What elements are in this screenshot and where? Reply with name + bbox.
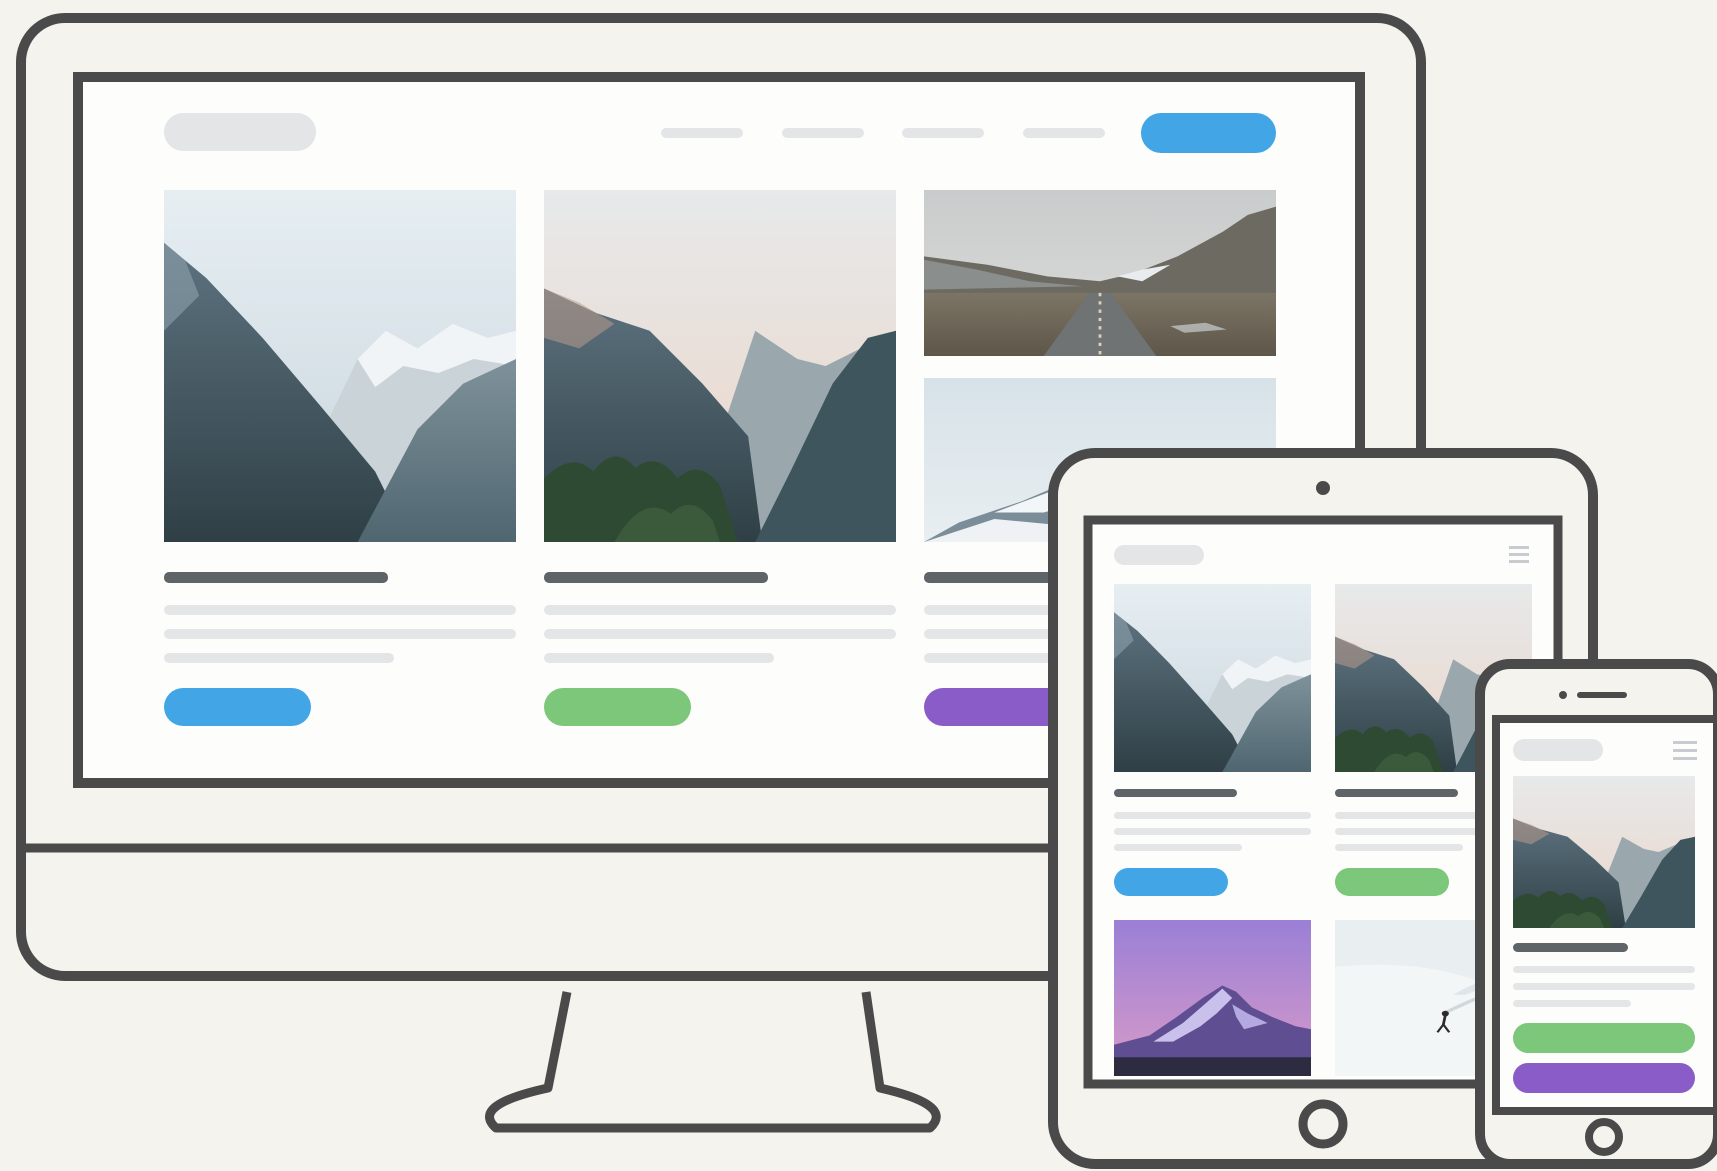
desktop-card-2-image [544, 190, 896, 542]
tablet-menu-icon[interactable] [1509, 546, 1529, 563]
phone-camera [1559, 691, 1567, 699]
tablet-card-2-title [1335, 789, 1458, 797]
phone-card-text-line [1513, 983, 1695, 990]
tablet-logo-placeholder [1114, 545, 1204, 565]
desktop-card-1-text-line [164, 653, 394, 663]
phone-card-text-line [1513, 1000, 1631, 1007]
desktop-card-3-image [924, 190, 1276, 356]
desktop-cta-button [1141, 113, 1276, 153]
desktop-card-1-image [164, 190, 516, 542]
desktop-card-2-button [544, 688, 691, 726]
desktop-card-2-title [544, 572, 768, 583]
tablet-card-1-button [1114, 868, 1228, 896]
desktop-nav-link-1 [661, 128, 743, 138]
desktop-card-2-text-line [544, 629, 896, 639]
phone-card-button-green [1513, 1023, 1695, 1053]
desktop-nav-link-3 [902, 128, 984, 138]
phone-card-image [1513, 776, 1695, 928]
monitor-stand [485, 991, 941, 1133]
phone-menu-icon[interactable] [1673, 741, 1697, 760]
tablet-card-1-text-line [1114, 844, 1242, 851]
phone-device [1475, 659, 1717, 1169]
phone-card-button-purple [1513, 1063, 1695, 1093]
desktop-logo-placeholder [164, 113, 316, 151]
tablet-card-2-button [1335, 868, 1449, 896]
desktop-nav-link-2 [782, 128, 864, 138]
phone-speaker [1577, 692, 1627, 698]
tablet-card-3-image [1114, 920, 1311, 1076]
tablet-card-1-text-line [1114, 812, 1311, 819]
tablet-card-2-text-line [1335, 844, 1463, 851]
phone-card-text-line [1513, 966, 1695, 973]
phone-home-button [1585, 1118, 1623, 1156]
phone-logo-placeholder [1513, 739, 1603, 761]
responsive-devices-illustration [16, 13, 1717, 1169]
desktop-card-1-text-line [164, 629, 516, 639]
desktop-card-1-text-line [164, 605, 516, 615]
tablet-camera [1316, 481, 1330, 495]
tablet-card-1-image [1114, 584, 1311, 772]
desktop-card-2-text-line [544, 605, 896, 615]
desktop-nav-link-4 [1023, 128, 1105, 138]
tablet-card-1-title [1114, 789, 1237, 797]
tablet-card-1-text-line [1114, 828, 1311, 835]
desktop-card-2-text-line [544, 653, 774, 663]
tablet-home-button [1298, 1099, 1348, 1149]
desktop-card-1-title [164, 572, 388, 583]
desktop-card-1-button [164, 688, 311, 726]
phone-card-title [1513, 943, 1628, 952]
